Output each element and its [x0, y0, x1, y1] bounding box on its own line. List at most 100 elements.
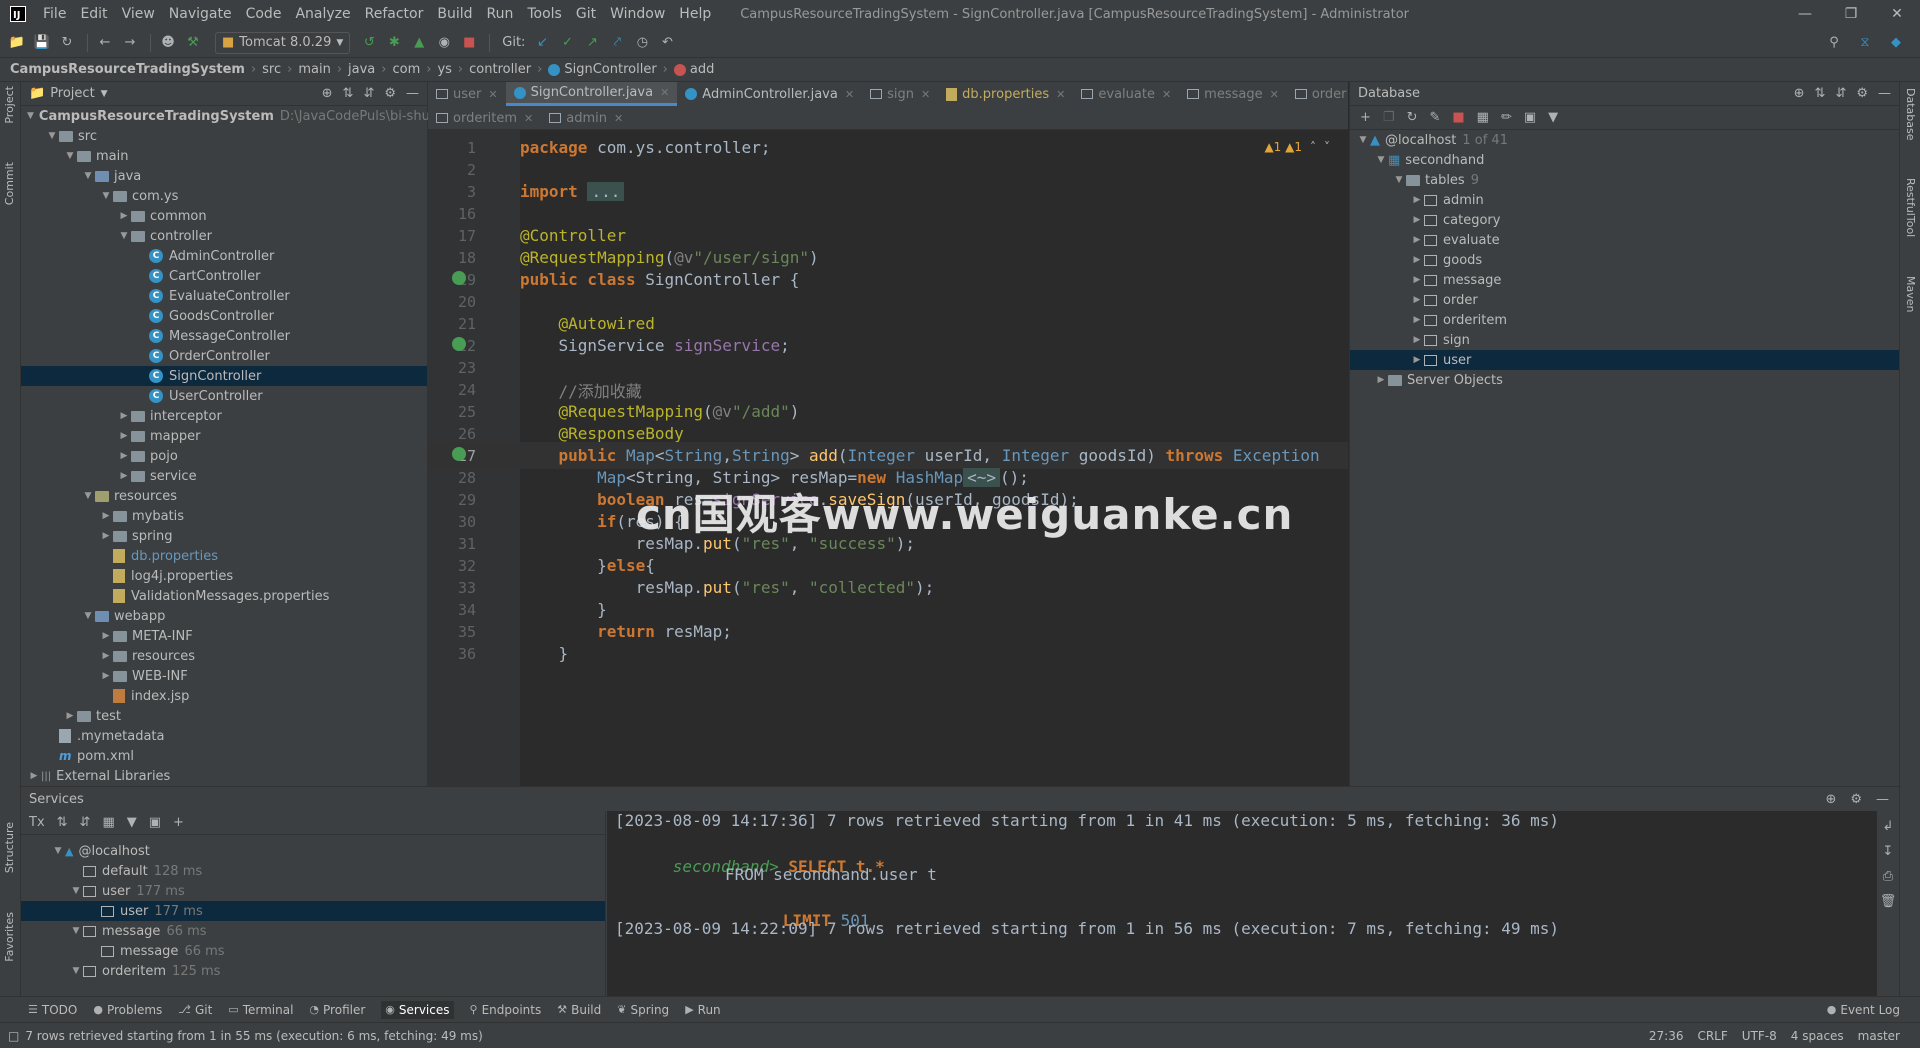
line-number[interactable]: 1: [428, 139, 476, 157]
close-window-button[interactable]: ✕: [1874, 6, 1920, 22]
chevron-right-icon[interactable]: ▶: [27, 771, 41, 781]
status-message[interactable]: 7 rows retrieved starting from 1 in 55 m…: [25, 1029, 482, 1043]
chevron-right-icon[interactable]: ▶: [117, 411, 131, 421]
line-number[interactable]: 3: [428, 183, 476, 201]
tool-build[interactable]: ⚒ Build: [557, 1003, 601, 1017]
line-separator[interactable]: CRLF: [1697, 1029, 1727, 1043]
chevron-right-icon[interactable]: ▶: [117, 211, 131, 221]
line-number[interactable]: 30: [428, 513, 476, 531]
project-tree-item[interactable]: ▶ pojo: [21, 446, 427, 466]
collapse-all-icon[interactable]: ⇵: [80, 815, 91, 830]
project-tree-item[interactable]: ▼ src: [21, 126, 427, 146]
menu-refactor[interactable]: Refactor: [358, 0, 431, 28]
db-table-item[interactable]: ▶ message: [1350, 270, 1899, 290]
editor-tab[interactable]: SignController.java ✕: [505, 82, 678, 106]
line-number[interactable]: 35: [428, 623, 476, 641]
rerun-icon[interactable]: ↺: [358, 32, 380, 54]
tool-git[interactable]: ⎇ Git: [178, 1003, 212, 1017]
tool-spring[interactable]: ❦ Spring: [617, 1003, 669, 1017]
expand-all-icon[interactable]: ⇅: [1815, 86, 1826, 101]
chevron-right-icon[interactable]: ▶: [1410, 195, 1424, 205]
menu-git[interactable]: Git: [569, 0, 603, 28]
line-number[interactable]: 16: [428, 205, 476, 223]
tx-icon[interactable]: Tx: [29, 815, 45, 830]
add-icon[interactable]: +: [1360, 110, 1371, 125]
line-number[interactable]: 26: [428, 425, 476, 443]
debug-icon[interactable]: ✱: [383, 32, 405, 54]
edit-icon[interactable]: ✏: [1501, 110, 1512, 125]
db-table-item[interactable]: ▶ evaluate: [1350, 230, 1899, 250]
chevron-right-icon[interactable]: ▶: [1410, 255, 1424, 265]
restfultool-tool-tab[interactable]: RestfulTool: [1904, 178, 1917, 237]
line-number[interactable]: 21: [428, 315, 476, 333]
chevron-right-icon[interactable]: ▶: [1410, 315, 1424, 325]
stop-icon[interactable]: ■: [458, 32, 480, 54]
chevron-down-icon[interactable]: ▼: [1392, 175, 1406, 185]
project-tree-item[interactable]: ▶ ||| External Libraries: [21, 766, 427, 786]
close-icon[interactable]: ✕: [1056, 88, 1065, 101]
project-tree-item[interactable]: log4j.properties: [21, 566, 427, 586]
edit-properties-icon[interactable]: ✎: [1429, 110, 1440, 125]
breadcrumb-item[interactable]: java: [348, 62, 375, 77]
project-tree-item[interactable]: ▶ interceptor: [21, 406, 427, 426]
chevron-down-icon[interactable]: ▼: [81, 491, 95, 501]
chevron-down-icon[interactable]: ▼: [69, 886, 83, 896]
collapse-all-icon[interactable]: ⇵: [1835, 86, 1846, 101]
open-folder-icon[interactable]: 📁: [6, 32, 28, 54]
project-root[interactable]: ▼ CampusResourceTradingSystem D:\JavaCod…: [21, 106, 451, 126]
new-tab-icon[interactable]: ▣: [149, 815, 161, 830]
menu-run[interactable]: Run: [480, 0, 521, 28]
menu-tools[interactable]: Tools: [520, 0, 569, 28]
rollback-icon[interactable]: ↶: [656, 32, 678, 54]
spring-bean-icon[interactable]: [452, 447, 466, 461]
plugin-icon[interactable]: ◆: [1885, 32, 1907, 54]
close-icon[interactable]: ✕: [488, 88, 497, 101]
editor-tab[interactable]: AdminController.java ✕: [677, 82, 862, 106]
line-number[interactable]: 20: [428, 293, 476, 311]
menu-help[interactable]: Help: [672, 0, 718, 28]
gear-icon[interactable]: ⚙: [384, 86, 396, 101]
tool-terminal[interactable]: ▭ Terminal: [228, 1003, 293, 1017]
git-update-icon[interactable]: ↙: [531, 32, 553, 54]
minimize-button[interactable]: —: [1782, 6, 1828, 22]
services-tree-item[interactable]: user 177 ms: [21, 901, 605, 921]
db-table-item[interactable]: ▶ category: [1350, 210, 1899, 230]
run-configuration-select[interactable]: ■ Tomcat 8.0.29 ▼: [215, 31, 351, 54]
db-schema-row[interactable]: ▼ ▦ secondhand: [1350, 150, 1899, 170]
chevron-right-icon[interactable]: ▶: [1410, 355, 1424, 365]
back-icon[interactable]: ←: [94, 32, 116, 54]
chevron-right-icon[interactable]: ▶: [117, 471, 131, 481]
line-number[interactable]: 29: [428, 491, 476, 509]
chevron-down-icon[interactable]: ▼: [63, 151, 77, 161]
editor-tab[interactable]: orderitem ✕: [428, 106, 541, 130]
history-icon[interactable]: ◷: [631, 32, 653, 54]
spring-bean-icon[interactable]: [452, 337, 466, 351]
breadcrumb-item[interactable]: main: [298, 62, 330, 77]
line-number[interactable]: 18: [428, 249, 476, 267]
services-tree-item[interactable]: ▼ ▲ @localhost: [21, 841, 605, 861]
update-icon[interactable]: ⧖: [1854, 32, 1876, 54]
tool-run[interactable]: ▶ Run: [685, 1003, 720, 1017]
project-tree-item[interactable]: C EvaluateController: [21, 286, 427, 306]
services-console[interactable]: [2023-08-09 14:17:36] 7 rows retrieved s…: [607, 811, 1877, 997]
project-tree-item[interactable]: ▶ resources: [21, 646, 427, 666]
chevron-right-icon[interactable]: ▶: [1410, 275, 1424, 285]
clear-icon[interactable]: 🗑: [1880, 894, 1897, 909]
chevron-down-icon[interactable]: ▼: [117, 231, 131, 241]
chevron-right-icon[interactable]: ▶: [99, 531, 113, 541]
line-number[interactable]: 17: [428, 227, 476, 245]
commit-tool-tab[interactable]: Commit: [3, 162, 16, 205]
chevron-down-icon[interactable]: ▼: [45, 131, 59, 141]
git-branch[interactable]: master: [1858, 1029, 1900, 1043]
chevron-down-icon[interactable]: ▼: [69, 926, 83, 936]
user-icon[interactable]: ☻: [157, 32, 179, 54]
line-number[interactable]: 24: [428, 381, 476, 399]
indent-setting[interactable]: 4 spaces: [1791, 1029, 1844, 1043]
line-number[interactable]: 33: [428, 579, 476, 597]
menu-build[interactable]: Build: [430, 0, 479, 28]
hide-icon[interactable]: —: [1876, 792, 1889, 807]
project-tree-item[interactable]: ▶ WEB-INF: [21, 666, 427, 686]
close-icon[interactable]: ✕: [921, 88, 930, 101]
chevron-right-icon[interactable]: ▶: [99, 671, 113, 681]
close-icon[interactable]: ✕: [1162, 88, 1171, 101]
